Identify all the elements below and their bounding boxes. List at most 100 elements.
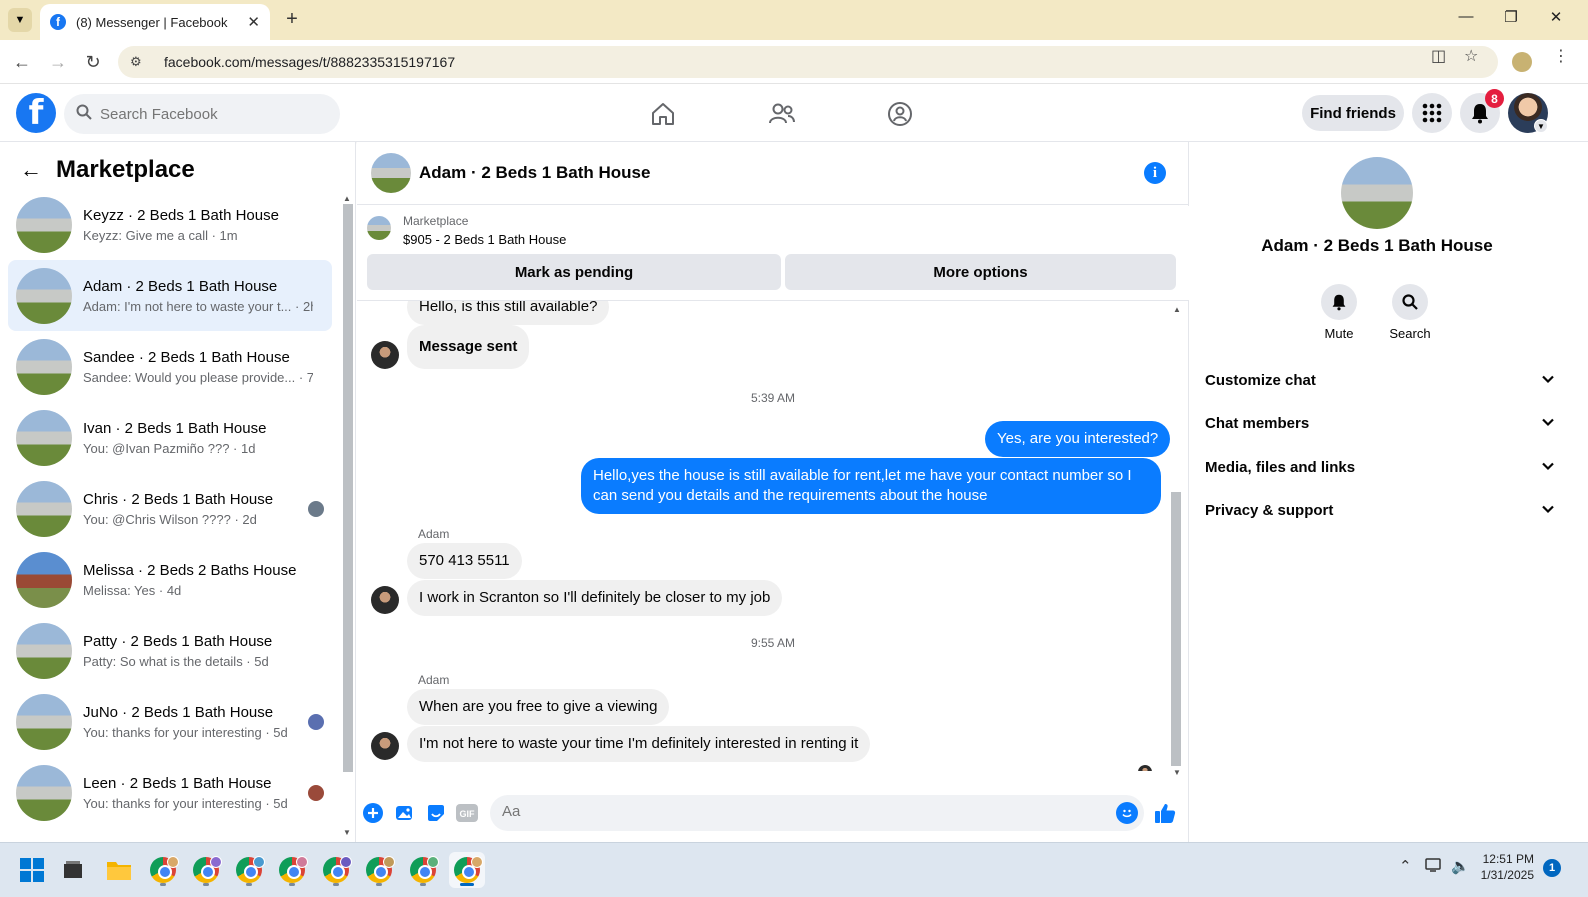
profile-icon[interactable] bbox=[1512, 52, 1532, 72]
photo-icon[interactable] bbox=[394, 802, 416, 824]
chrome-profile-7-icon[interactable] bbox=[405, 852, 441, 888]
network-icon[interactable] bbox=[1425, 857, 1443, 877]
conversation-item[interactable]: Melissa · 2 Beds 2 Baths House Melissa: Y… bbox=[8, 544, 332, 615]
conversation-preview: You: thanks for your interesting · 5d bbox=[83, 724, 288, 740]
conversation-name: Adam · 2 Beds 1 Bath House bbox=[1261, 236, 1493, 255]
chrome-active-icon[interactable] bbox=[449, 852, 485, 888]
address-bar[interactable]: ⚙ facebook.com/messages/t/88823353151971… bbox=[118, 46, 1498, 78]
task-view-icon[interactable] bbox=[55, 852, 91, 888]
sender-avatar[interactable] bbox=[371, 341, 399, 369]
chat-members-row[interactable]: Chat members bbox=[1205, 403, 1555, 443]
clock-date[interactable]: 1/31/2025 bbox=[1470, 868, 1534, 882]
listing-price[interactable]: $905 - 2 Beds 1 Bath House bbox=[403, 232, 566, 247]
conversation-item[interactable]: Patty · 2 Beds 1 Bath House Patty: So wha… bbox=[8, 615, 332, 686]
conversation-item[interactable]: JuNo · 2 Beds 1 Bath House You: thanks fo… bbox=[8, 686, 332, 757]
conversation-item[interactable]: Keyzz · 2 Beds 1 Bath House Keyzz: Give m… bbox=[8, 189, 332, 260]
listing-thumbnail[interactable] bbox=[367, 216, 391, 240]
close-window-icon[interactable]: ✕ bbox=[1544, 8, 1568, 26]
emoji-icon[interactable] bbox=[1116, 802, 1138, 824]
facebook-logo-icon[interactable]: f bbox=[16, 93, 56, 133]
notification-center-badge[interactable]: 1 bbox=[1543, 859, 1561, 877]
mark-as-pending-button[interactable]: Mark as pending bbox=[367, 254, 781, 290]
message-bubble: 570 413 5511 bbox=[407, 543, 522, 579]
search-input[interactable] bbox=[100, 105, 320, 123]
chrome-profile-3-icon[interactable] bbox=[231, 852, 267, 888]
account-chevron-down-icon[interactable]: ▼ bbox=[1534, 119, 1548, 133]
facebook-header: f Find friends 8 ▼ bbox=[0, 84, 1588, 142]
scroll-up-icon[interactable]: ▲ bbox=[343, 194, 351, 203]
gif-icon[interactable]: GIF bbox=[456, 802, 478, 824]
conversation-item[interactable]: Chris · 2 Beds 1 Bath House You: @Chris W… bbox=[8, 473, 332, 544]
restore-icon[interactable]: ❐ bbox=[1499, 8, 1523, 26]
conversation-item[interactable]: Sandee · 2 Beds 1 Bath House Sandee: Woul… bbox=[8, 331, 332, 402]
chat-scroll-down-icon[interactable]: ▼ bbox=[1173, 768, 1181, 777]
message-bubble: I'm not here to waste your time I'm defi… bbox=[407, 726, 871, 762]
sender-avatar[interactable] bbox=[371, 732, 399, 760]
chat-header: Adam · 2 Beds 1 Bath House i bbox=[357, 142, 1188, 205]
tab-search-button[interactable]: ▼ bbox=[8, 8, 32, 32]
conversation-item[interactable]: Ivan · 2 Beds 1 Bath House You: @Ivan Paz… bbox=[8, 402, 332, 473]
thumbs-up-icon[interactable] bbox=[1154, 802, 1176, 824]
tray-overflow-chevron-icon[interactable]: ⌃ bbox=[1399, 857, 1412, 875]
notifications-bell-icon[interactable]: 8 bbox=[1460, 89, 1504, 133]
chat-scroll-up-icon[interactable]: ▲ bbox=[1173, 305, 1181, 314]
listing-thumbnail bbox=[16, 480, 72, 537]
sticker-icon[interactable] bbox=[425, 802, 447, 824]
home-icon[interactable] bbox=[647, 98, 679, 130]
chevron-down-icon bbox=[1541, 415, 1555, 433]
clock-time[interactable]: 12:51 PM bbox=[1470, 852, 1534, 866]
chat-scrollbar-thumb[interactable] bbox=[1171, 492, 1181, 766]
chrome-profile-2-icon[interactable] bbox=[188, 852, 224, 888]
site-settings-icon[interactable]: ⚙ bbox=[130, 54, 150, 70]
sidebar-scrollbar-thumb[interactable] bbox=[343, 204, 353, 772]
media-files-links-row[interactable]: Media, files and links bbox=[1205, 447, 1555, 487]
scroll-down-icon[interactable]: ▼ bbox=[343, 828, 351, 837]
read-receipt-avatar bbox=[1138, 765, 1152, 771]
chat-avatar[interactable] bbox=[371, 153, 411, 193]
start-button[interactable] bbox=[14, 852, 50, 888]
groups-icon[interactable] bbox=[884, 98, 916, 130]
chat-title[interactable]: Adam · 2 Beds 1 Bath House bbox=[419, 163, 650, 183]
mute-button[interactable]: Mute bbox=[1309, 284, 1369, 341]
back-icon[interactable]: ← bbox=[10, 50, 34, 74]
message-input-wrapper[interactable] bbox=[490, 795, 1144, 831]
sender-avatar[interactable] bbox=[371, 586, 399, 614]
chrome-profile-1-icon[interactable] bbox=[145, 852, 181, 888]
find-friends-button[interactable]: Find friends bbox=[1302, 95, 1404, 131]
volume-icon[interactable]: 🔈 bbox=[1451, 857, 1470, 875]
file-explorer-icon[interactable] bbox=[101, 852, 137, 888]
conversation-avatar[interactable] bbox=[1341, 157, 1413, 229]
chrome-profile-5-icon[interactable] bbox=[318, 852, 354, 888]
conversation-preview: You: thanks for your interesting · 5d bbox=[83, 795, 288, 811]
customize-chat-row[interactable]: Customize chat bbox=[1205, 360, 1555, 400]
search-conversation-button[interactable]: Search bbox=[1380, 284, 1440, 341]
bookmark-star-icon[interactable]: ☆ bbox=[1464, 46, 1478, 66]
chrome-profile-6-icon[interactable] bbox=[361, 852, 397, 888]
minimize-icon[interactable]: — bbox=[1454, 8, 1478, 25]
sender-name: Adam bbox=[418, 527, 450, 541]
info-icon[interactable]: i bbox=[1144, 162, 1166, 184]
menu-kebab-icon[interactable]: ⋮ bbox=[1553, 46, 1569, 66]
privacy-support-row[interactable]: Privacy & support bbox=[1205, 490, 1555, 530]
conversation-item[interactable]: Leen · 2 Beds 1 Bath House You: thanks fo… bbox=[8, 757, 332, 828]
conversation-name: Keyzz · 2 Beds 1 Bath House bbox=[83, 206, 279, 224]
chrome-profile-4-icon[interactable] bbox=[274, 852, 310, 888]
plus-circle-icon[interactable] bbox=[362, 802, 384, 824]
search-icon bbox=[76, 104, 92, 125]
back-arrow-icon[interactable]: ← bbox=[20, 157, 44, 183]
forward-icon[interactable]: → bbox=[46, 50, 70, 74]
install-app-icon[interactable]: ◫ bbox=[1431, 46, 1446, 66]
conversation-item-active[interactable]: Adam · 2 Beds 1 Bath House Adam: I'm not … bbox=[8, 260, 332, 331]
conversation-sidebar: ← Marketplace Keyzz · 2 Beds 1 Bath Hous… bbox=[0, 142, 356, 842]
conversation-name: Melissa · 2 Beds 2 Baths House bbox=[83, 561, 297, 579]
facebook-search[interactable] bbox=[64, 94, 340, 134]
new-tab-button[interactable]: + bbox=[280, 8, 304, 31]
browser-tab[interactable]: f (8) Messenger | Facebook ✕ bbox=[40, 4, 270, 40]
tab-close-icon[interactable]: ✕ bbox=[247, 13, 260, 31]
conversation-preview: You: @Chris Wilson ???? · 2d bbox=[83, 511, 257, 527]
more-options-button[interactable]: More options bbox=[785, 254, 1176, 290]
message-input[interactable] bbox=[502, 803, 1102, 820]
reload-icon[interactable]: ↻ bbox=[81, 50, 105, 74]
menu-grid-icon[interactable] bbox=[1412, 93, 1452, 133]
friends-icon[interactable] bbox=[766, 98, 798, 130]
